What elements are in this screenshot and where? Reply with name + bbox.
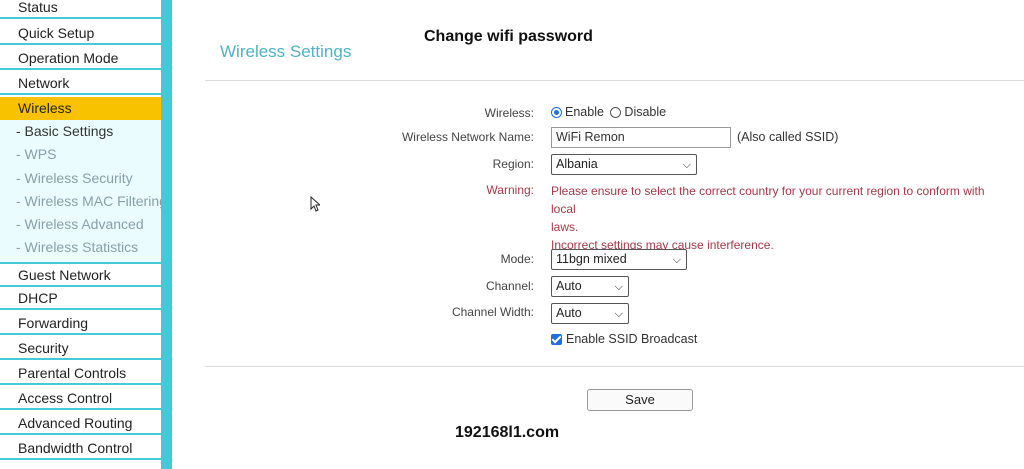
wireless-disable-label: Disable xyxy=(624,105,667,119)
sidebar-subitem-wireless-advanced[interactable]: - Wireless Advanced xyxy=(0,213,161,236)
channel-width-select[interactable]: Auto ⌵ xyxy=(551,303,629,324)
wireless-disable-radio[interactable]: Disable xyxy=(610,105,666,119)
wireless-enable-radio[interactable]: Enable xyxy=(551,105,604,119)
sidebar-item-parental-controls[interactable]: Parental Controls xyxy=(0,362,161,385)
warning-label: Warning: xyxy=(486,183,534,197)
network-name-input[interactable]: WiFi Remon xyxy=(551,127,731,148)
banner-title: Change wifi password xyxy=(424,28,593,45)
chevron-down-icon: ⌵ xyxy=(614,281,623,293)
chevron-down-icon: ⌵ xyxy=(614,308,623,320)
mode-value: 11bgn mixed xyxy=(556,252,627,266)
sidebar-item-guest-network[interactable]: Guest Network xyxy=(0,262,161,287)
sidebar-item-forwarding[interactable]: Forwarding xyxy=(0,312,161,335)
region-label: Region: xyxy=(492,157,534,171)
sidebar-item-wireless[interactable]: Wireless xyxy=(0,97,161,120)
network-name-label: Wireless Network Name: xyxy=(401,130,534,144)
region-value: Albania xyxy=(556,157,598,171)
chevron-down-icon: ⌵ xyxy=(672,254,681,266)
sidebar-item-status[interactable]: Status xyxy=(0,0,161,19)
radio-checked-icon xyxy=(551,107,562,118)
sidebar-subitem-wireless-security[interactable]: - Wireless Security xyxy=(0,167,161,190)
warning-line-1: Please ensure to select the correct coun… xyxy=(551,184,985,216)
ssid-broadcast-checkbox[interactable]: Enable SSID Broadcast xyxy=(551,332,697,346)
sidebar-item-network[interactable]: Network xyxy=(0,72,161,95)
save-button[interactable]: Save xyxy=(587,389,693,411)
sidebar-subitem-wireless-statistics[interactable]: - Wireless Statistics xyxy=(0,236,161,259)
region-select[interactable]: Albania ⌵ xyxy=(551,154,697,175)
sidebar-item-dhcp[interactable]: DHCP xyxy=(0,287,161,310)
watermark-domain: 192168l1.com xyxy=(455,424,560,441)
mode-select[interactable]: 11bgn mixed ⌵ xyxy=(551,249,687,270)
channel-select[interactable]: Auto ⌵ xyxy=(551,276,629,297)
sidebar-subitem-wps[interactable]: - WPS xyxy=(0,143,161,166)
divider-bottom xyxy=(205,366,1024,367)
warning-text: Please ensure to select the correct coun… xyxy=(551,182,1011,254)
channel-label: Channel: xyxy=(485,279,534,293)
mode-label: Mode: xyxy=(500,252,534,266)
channel-width-value: Auto xyxy=(556,306,582,320)
wireless-label: Wireless: xyxy=(484,106,534,120)
page-title: Wireless Settings xyxy=(220,42,352,61)
radio-unchecked-icon xyxy=(610,107,622,118)
warning-line-2: laws. xyxy=(551,220,579,234)
sidebar-subitem-wireless-mac-filtering[interactable]: - Wireless MAC Filtering xyxy=(0,190,161,213)
sidebar: Status Quick Setup Operation Mode Networ… xyxy=(0,0,172,469)
sidebar-item-quick-setup[interactable]: Quick Setup xyxy=(0,22,161,45)
divider-top xyxy=(205,80,1024,81)
chevron-down-icon: ⌵ xyxy=(682,159,691,171)
sidebar-item-security[interactable]: Security xyxy=(0,337,161,360)
ssid-broadcast-label: Enable SSID Broadcast xyxy=(566,332,698,346)
checkbox-checked-icon xyxy=(551,334,562,345)
sidebar-rail xyxy=(161,0,172,469)
channel-value: Auto xyxy=(556,279,582,293)
wireless-radio-group: Enable Disable xyxy=(551,105,666,119)
sidebar-item-access-control[interactable]: Access Control xyxy=(0,387,161,410)
mouse-pointer-icon xyxy=(310,196,320,212)
sidebar-subitem-basic-settings[interactable]: - Basic Settings xyxy=(0,120,161,143)
sidebar-item-advanced-routing[interactable]: Advanced Routing xyxy=(0,412,161,435)
wireless-enable-label: Enable xyxy=(565,105,604,119)
channel-width-label: Channel Width: xyxy=(451,305,534,319)
sidebar-item-operation-mode[interactable]: Operation Mode xyxy=(0,47,161,70)
ssid-hint: (Also called SSID) xyxy=(737,130,839,144)
sidebar-item-bandwidth-control[interactable]: Bandwidth Control xyxy=(0,437,161,460)
